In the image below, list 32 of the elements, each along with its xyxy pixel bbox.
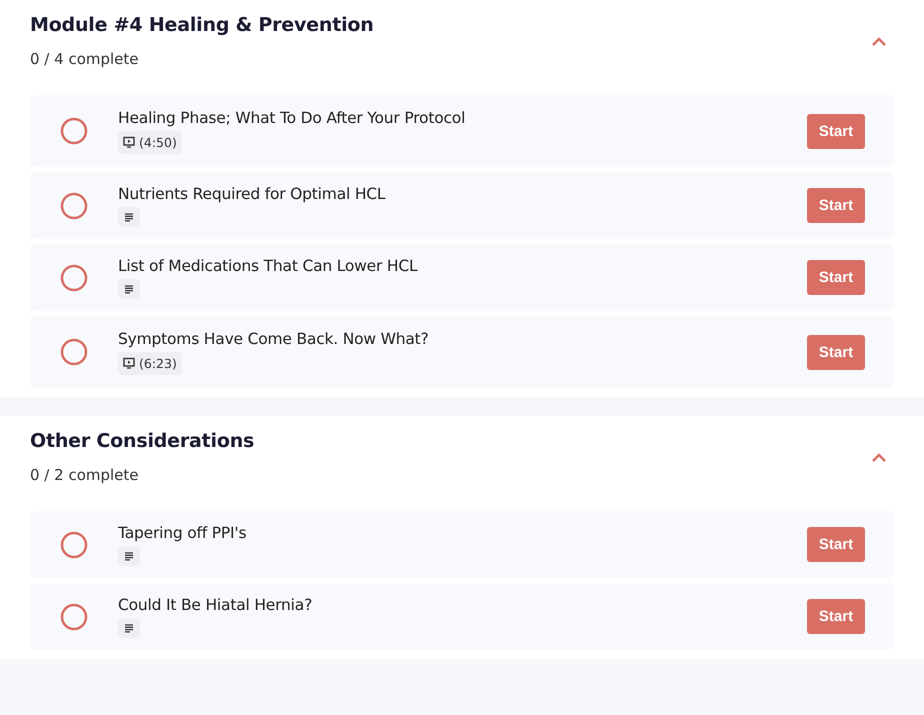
lesson-row[interactable]: Could It Be Hiatal Hernia? Start xyxy=(30,583,894,650)
progress-text: 0 / 2 complete xyxy=(30,466,140,484)
lesson-title: Symptoms Have Come Back. Now What? xyxy=(118,330,430,348)
video-icon xyxy=(123,357,135,369)
lesson-title: Could It Be Hiatal Hernia? xyxy=(118,596,314,614)
lesson-row[interactable]: Symptoms Have Come Back. Now What? (6:23) Start xyxy=(30,316,894,388)
lesson-title: Healing Phase; What To Do After Your Protocol xyxy=(118,108,466,126)
chevron-icon[interactable] xyxy=(870,35,888,47)
lesson-title: Nutrients Required for Optimal HCL xyxy=(118,184,386,202)
circle-icon[interactable] xyxy=(60,338,88,366)
lesson-row[interactable]: Nutrients Required for Optimal HCL Start xyxy=(30,172,894,239)
circle-icon[interactable] xyxy=(60,530,88,558)
circle-icon[interactable] xyxy=(60,192,88,220)
chevron-icon[interactable] xyxy=(870,451,888,463)
text-icon xyxy=(123,550,135,562)
circle-icon[interactable] xyxy=(60,264,88,292)
text-icon xyxy=(123,622,135,634)
section-title: Module #4 Healing & Prevention xyxy=(30,14,374,36)
section-title: Other Considerations xyxy=(30,430,254,452)
text-icon xyxy=(123,282,135,294)
duration-tag: (4:50) xyxy=(118,130,182,154)
video-icon xyxy=(123,136,135,148)
progress-text: 0 / 4 complete xyxy=(30,50,140,68)
circle-icon[interactable] xyxy=(60,117,88,145)
lesson-title: Tapering off PPI's xyxy=(118,524,248,542)
lesson-row[interactable]: List of Medications That Can Lower HCL Start xyxy=(30,244,894,311)
circle-icon[interactable] xyxy=(60,602,88,630)
lesson-title: List of Medications That Can Lower HCL xyxy=(118,256,418,274)
lesson-row[interactable]: Healing Phase; What To Do After Your Protocol (4:50) Start xyxy=(30,95,894,167)
lesson-row[interactable]: Tapering off PPI's Start xyxy=(30,511,894,578)
text-icon xyxy=(123,210,135,222)
duration-tag: (6:23) xyxy=(118,352,182,374)
